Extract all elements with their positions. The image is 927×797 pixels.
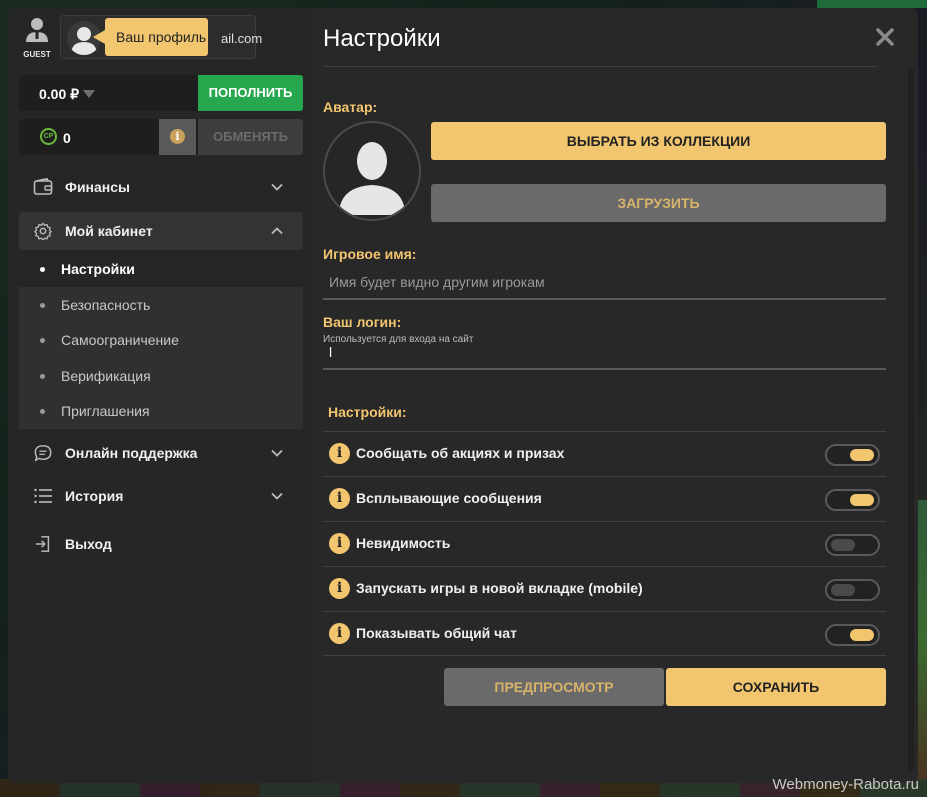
- title-divider: [323, 66, 878, 67]
- login-input[interactable]: [323, 336, 886, 370]
- submenu-self-limit[interactable]: Самоограничение: [19, 322, 303, 358]
- toggle-knob: [850, 494, 874, 506]
- bullet-icon: [40, 338, 45, 343]
- info-icon: i: [170, 129, 185, 144]
- balance-row[interactable]: 0.00 ₽ ПОПОЛНИТЬ: [19, 75, 303, 111]
- upload-button[interactable]: ЗАГРУЗИТЬ: [431, 184, 886, 222]
- toggle-label: Всплывающие сообщения: [356, 490, 542, 506]
- cp-row: CP 0 i ОБМЕНЯТЬ: [19, 119, 303, 155]
- wallet-icon: [33, 178, 53, 195]
- choose-from-collection-button[interactable]: ВЫБРАТЬ ИЗ КОЛЛЕКЦИИ: [431, 122, 886, 160]
- submenu-invitations[interactable]: Приглашения: [19, 393, 303, 429]
- nav-logout-label: Выход: [65, 536, 112, 552]
- chevron-down-icon: [271, 492, 283, 500]
- profile-email: ail.com: [221, 31, 263, 46]
- toggle-label: Сообщать об акциях и призах: [356, 445, 565, 461]
- nav-cabinet-label: Мой кабинет: [65, 223, 153, 239]
- bullet-icon: [40, 267, 45, 272]
- bullet-icon: [40, 409, 45, 414]
- nav-support[interactable]: Онлайн поддержка: [19, 434, 303, 472]
- submenu-verification[interactable]: Верификация: [19, 358, 303, 394]
- page-title: Настройки: [323, 25, 441, 52]
- nav-finance-label: Финансы: [65, 179, 130, 195]
- nav-finance[interactable]: Финансы: [19, 168, 303, 206]
- watermark: Webmoney-Rabota.ru: [772, 776, 919, 793]
- avatar-silhouette-icon: [339, 142, 405, 215]
- cabinet-submenu: Настройки Безопасность Самоограничение В…: [19, 251, 303, 429]
- bullet-icon: [40, 303, 45, 308]
- toggle-knob: [850, 629, 874, 641]
- save-button[interactable]: СОХРАНИТЬ: [666, 668, 886, 706]
- profile-tooltip: Ваш профиль: [93, 18, 208, 56]
- toggle-knob: [831, 539, 855, 551]
- chevron-down-icon: [271, 183, 283, 191]
- toggle-switch[interactable]: [825, 534, 880, 556]
- nav-logout[interactable]: Выход: [19, 525, 303, 563]
- toggle-row-popups: i Всплывающие сообщения: [323, 476, 886, 521]
- chevron-up-icon: [271, 227, 283, 235]
- game-name-label: Игровое имя:: [323, 246, 417, 262]
- toggle-row-invisibility: i Невидимость: [323, 521, 886, 566]
- avatar-preview: [323, 121, 421, 221]
- close-icon[interactable]: [876, 28, 894, 46]
- chat-bubble-icon: [34, 445, 52, 462]
- settings-panel: Настройки Аватар: ВЫБРАТЬ ИЗ КОЛЛЕКЦИИ З…: [314, 8, 918, 783]
- topup-button[interactable]: ПОПОЛНИТЬ: [198, 75, 303, 111]
- submenu-label: Безопасность: [61, 297, 151, 313]
- toggle-knob: [850, 449, 874, 461]
- gear-icon: [34, 222, 52, 240]
- settings-modal: GUEST ail.com Ваш профиль 0.00 ₽ ПОПОЛНИ…: [8, 8, 918, 783]
- submenu-label: Приглашения: [61, 403, 150, 419]
- nav-history-label: История: [65, 488, 124, 504]
- preview-button[interactable]: ПРЕДПРОСМОТР: [444, 668, 664, 706]
- caret-down-icon[interactable]: [83, 90, 95, 98]
- info-icon[interactable]: i: [329, 443, 350, 464]
- info-icon[interactable]: i: [329, 488, 350, 509]
- info-icon[interactable]: i: [329, 578, 350, 599]
- toggle-label: Запускать игры в новой вкладке (mobile): [356, 580, 643, 596]
- guest-badge[interactable]: GUEST: [22, 16, 52, 59]
- nav-cabinet[interactable]: Мой кабинет: [19, 212, 303, 250]
- guest-user-icon: [26, 18, 48, 42]
- toggle-switch[interactable]: [825, 489, 880, 511]
- toggle-row-promotions: i Сообщать об акциях и призах: [323, 431, 886, 476]
- nav-history[interactable]: История: [19, 477, 303, 515]
- toggle-switch[interactable]: [825, 579, 880, 601]
- cp-value: 0: [63, 130, 71, 146]
- submenu-label: Верификация: [61, 368, 151, 384]
- logout-icon: [35, 536, 50, 552]
- login-label: Ваш логин:: [323, 314, 402, 330]
- submenu-label: Настройки: [61, 261, 135, 277]
- toggle-label: Показывать общий чат: [356, 625, 517, 641]
- guest-label: GUEST: [23, 50, 51, 59]
- toggle-row-new-tab: i Запускать игры в новой вкладке (mobile…: [323, 566, 886, 611]
- avatar-label: Аватар:: [323, 99, 378, 115]
- nav-support-label: Онлайн поддержка: [65, 445, 198, 461]
- toggle-row-chat: i Показывать общий чат: [323, 611, 886, 656]
- exchange-button[interactable]: ОБМЕНЯТЬ: [198, 119, 303, 155]
- info-icon[interactable]: i: [329, 623, 350, 644]
- submenu-security[interactable]: Безопасность: [19, 287, 303, 323]
- toggle-switch[interactable]: [825, 444, 880, 466]
- settings-section-label: Настройки:: [328, 404, 407, 420]
- toggle-label: Невидимость: [356, 535, 451, 551]
- chevron-down-icon: [271, 449, 283, 457]
- submenu-label: Самоограничение: [61, 332, 179, 348]
- sidebar: GUEST ail.com Ваш профиль 0.00 ₽ ПОПОЛНИ…: [8, 8, 314, 783]
- scrollbar[interactable]: [908, 70, 914, 770]
- info-icon[interactable]: i: [329, 533, 350, 554]
- background-top-strip: [817, 0, 927, 8]
- bullet-icon: [40, 374, 45, 379]
- game-name-input[interactable]: [323, 266, 886, 300]
- submenu-settings[interactable]: Настройки: [19, 251, 303, 287]
- list-icon: [34, 488, 52, 504]
- toggle-knob: [831, 584, 855, 596]
- toggle-switch[interactable]: [825, 624, 880, 646]
- cp-coin-icon: CP: [40, 128, 57, 145]
- balance-value: 0.00 ₽: [39, 86, 80, 102]
- cp-info-button[interactable]: i: [159, 119, 196, 155]
